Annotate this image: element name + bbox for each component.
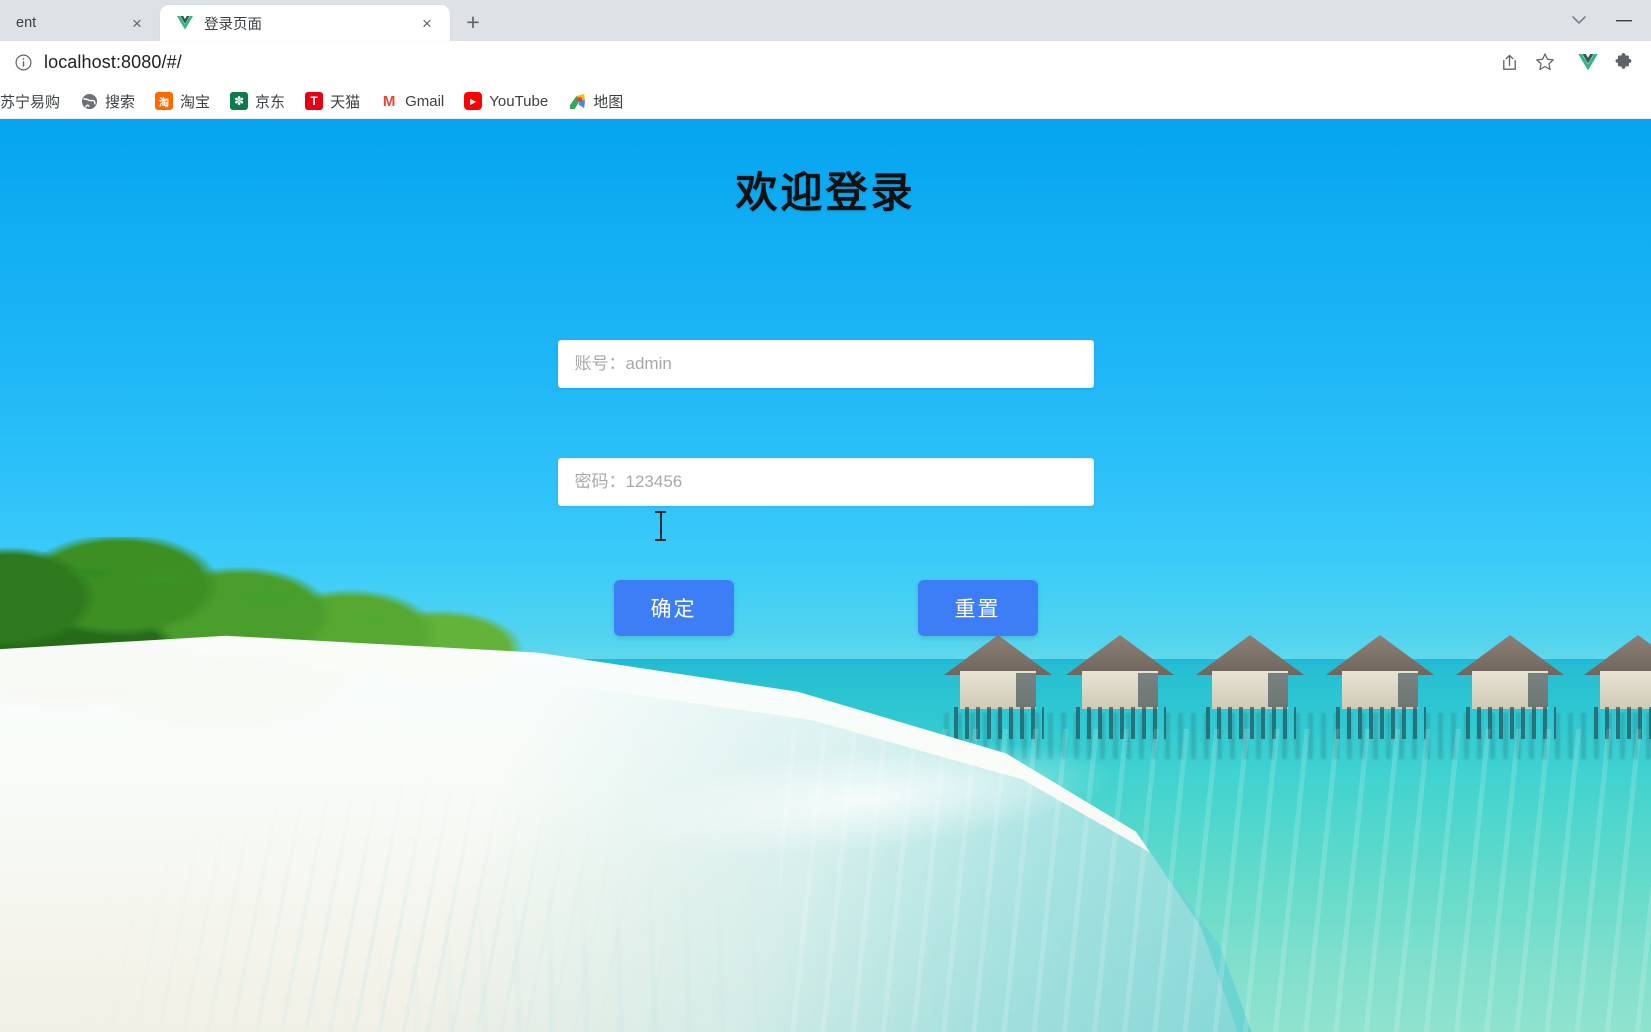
vue-icon [176, 14, 194, 32]
bookmark-label: 天猫 [330, 93, 361, 111]
bookmark-item[interactable]: 地图 [560, 87, 631, 115]
tmall-icon: T [305, 92, 324, 110]
taobao-glyph: 淘 [159, 97, 170, 109]
bookmark-item[interactable]: 淘 淘宝 [147, 87, 218, 115]
bookmark-item[interactable]: 苏宁易购 [0, 87, 68, 115]
tab-title: ent [16, 15, 37, 31]
form-button-row: 确定 重置 [558, 580, 1094, 636]
submit-button[interactable]: 确定 [613, 580, 734, 636]
page-title: 欢迎登录 [735, 169, 916, 216]
taobao-icon: 淘 [155, 92, 174, 110]
bookmark-star-icon[interactable] [1529, 46, 1561, 78]
browser-tab-inactive[interactable]: ent × [0, 5, 160, 41]
bookmark-item[interactable]: ▶ YouTube [456, 87, 556, 115]
bookmark-item[interactable]: 搜索 [72, 87, 143, 115]
tab-close-icon[interactable]: × [416, 12, 438, 34]
browser-tab-active[interactable]: 登录页面 × [160, 5, 450, 41]
bookmark-item[interactable]: T 天猫 [297, 87, 368, 115]
share-icon[interactable] [1493, 46, 1525, 78]
url-text: localhost:8080/#/ [44, 51, 182, 72]
chevron-down-icon[interactable] [1559, 4, 1599, 38]
gmail-icon: M [380, 92, 398, 110]
password-input[interactable] [574, 472, 1077, 492]
tmall-glyph: T [310, 94, 318, 108]
site-info-icon[interactable] [12, 51, 34, 73]
address-bar[interactable]: localhost:8080/#/ [2, 46, 1569, 78]
gmail-glyph: M [382, 92, 396, 110]
bookmarks-bar: 苏宁易购 搜索 淘 淘宝 ✽ 京东 T 天猫 M Gmail ▶ YouTube… [0, 84, 1651, 119]
bookmark-label: 京东 [255, 93, 286, 111]
jd-icon: ✽ [230, 92, 249, 110]
new-tab-button[interactable]: + [456, 5, 490, 39]
login-form: 确定 重置 [557, 340, 1094, 636]
extensions-puzzle-icon[interactable] [1607, 45, 1641, 79]
youtube-glyph: ▶ [470, 96, 477, 106]
tab-close-icon[interactable]: × [126, 12, 148, 34]
bookmark-label: Gmail [405, 92, 445, 110]
tab-strip: ent × 登录页面 × + [0, 0, 1651, 41]
bookmark-label: 苏宁易购 [0, 93, 61, 111]
bookmark-label: 地图 [593, 93, 624, 111]
tab-title: 登录页面 [204, 16, 262, 33]
omnibox-actions [1493, 46, 1561, 78]
login-page: 欢迎登录 确定 重置 [0, 119, 1651, 1032]
youtube-icon: ▶ [464, 92, 483, 110]
vue-devtools-icon[interactable] [1571, 45, 1605, 79]
window-controls [1559, 0, 1651, 41]
globe-icon [80, 92, 98, 110]
bookmark-item[interactable]: M Gmail [372, 87, 452, 115]
browser-window: ent × 登录页面 × + localhost:8080/#/ 苏宁易购 搜索… [0, 0, 1651, 1032]
bookmark-label: 搜索 [105, 93, 136, 111]
username-input[interactable] [574, 354, 1077, 374]
bookmark-item[interactable]: ✽ 京东 [222, 87, 293, 115]
minimize-button[interactable] [1601, 0, 1647, 41]
password-field-wrapper[interactable] [557, 458, 1094, 506]
username-field-wrapper[interactable] [557, 340, 1094, 388]
reset-button[interactable]: 重置 [917, 580, 1038, 636]
google-maps-icon [568, 92, 586, 110]
page-viewport: 欢迎登录 确定 重置 [0, 119, 1651, 1032]
bookmark-label: YouTube [489, 92, 549, 110]
browser-toolbar: localhost:8080/#/ [0, 41, 1651, 84]
jd-glyph: ✽ [234, 94, 245, 108]
bookmark-label: 淘宝 [180, 93, 211, 111]
